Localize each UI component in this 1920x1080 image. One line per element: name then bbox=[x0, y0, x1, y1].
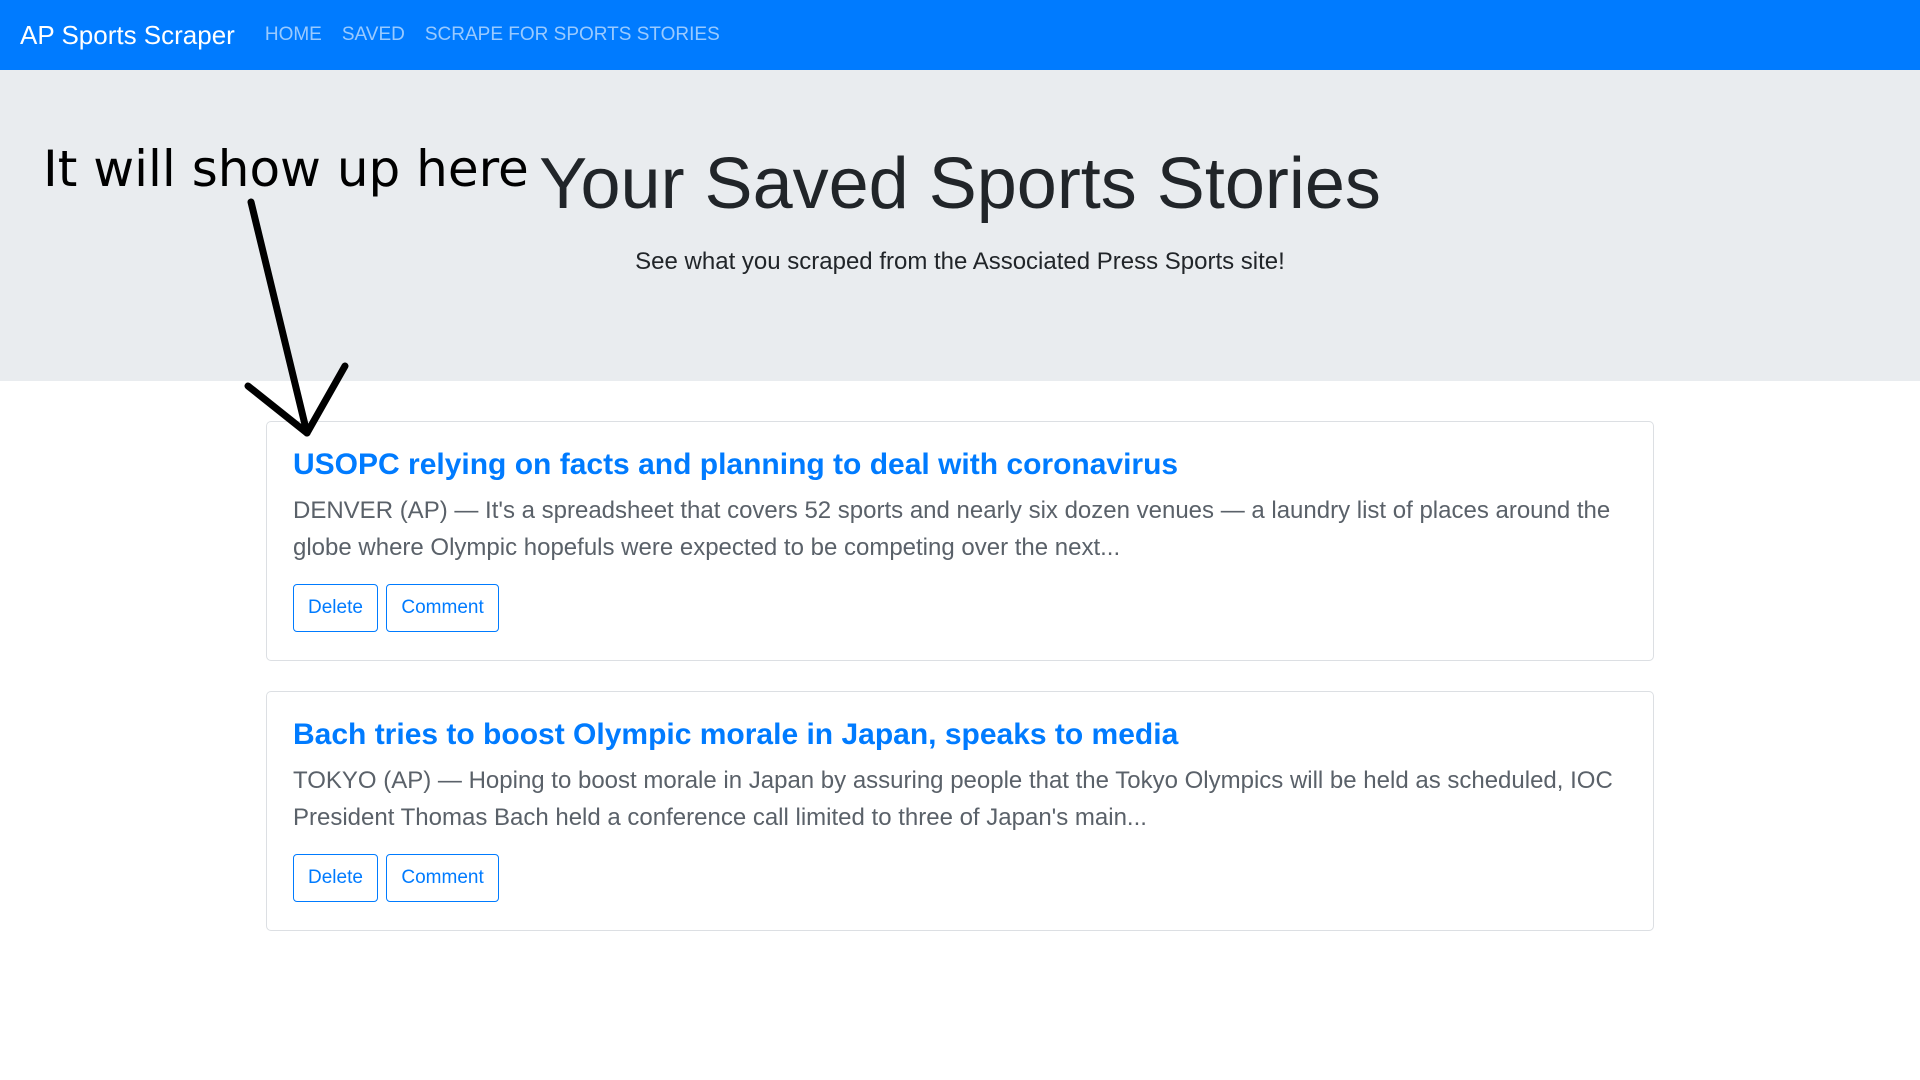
nav-link-saved[interactable]: SAVED bbox=[342, 24, 405, 46]
navbar: AP Sports Scraper HOME SAVED SCRAPE FOR … bbox=[0, 0, 1920, 70]
annotation-text: It will show up here bbox=[43, 140, 529, 198]
nav-link-scrape[interactable]: SCRAPE FOR SPORTS STORIES bbox=[425, 24, 720, 46]
comment-button[interactable]: Comment bbox=[386, 854, 499, 902]
delete-button[interactable]: Delete bbox=[293, 854, 378, 902]
delete-button[interactable]: Delete bbox=[293, 584, 378, 632]
article-card: USOPC relying on facts and planning to d… bbox=[266, 421, 1654, 661]
brand-link[interactable]: AP Sports Scraper bbox=[20, 20, 235, 51]
article-card: Bach tries to boost Olympic morale in Ja… bbox=[266, 691, 1654, 931]
article-title-link[interactable]: USOPC relying on facts and planning to d… bbox=[293, 448, 1627, 482]
jumbotron: Your Saved Sports Stories See what you s… bbox=[0, 70, 1920, 381]
article-title-link[interactable]: Bach tries to boost Olympic morale in Ja… bbox=[293, 718, 1627, 752]
nav-link-home[interactable]: HOME bbox=[265, 24, 322, 46]
article-summary: TOKYO (AP) — Hoping to boost morale in J… bbox=[293, 767, 1613, 831]
comment-button[interactable]: Comment bbox=[386, 584, 499, 632]
article-summary: DENVER (AP) — It's a spreadsheet that co… bbox=[293, 497, 1611, 561]
page-subtitle: See what you scraped from the Associated… bbox=[635, 248, 1285, 275]
